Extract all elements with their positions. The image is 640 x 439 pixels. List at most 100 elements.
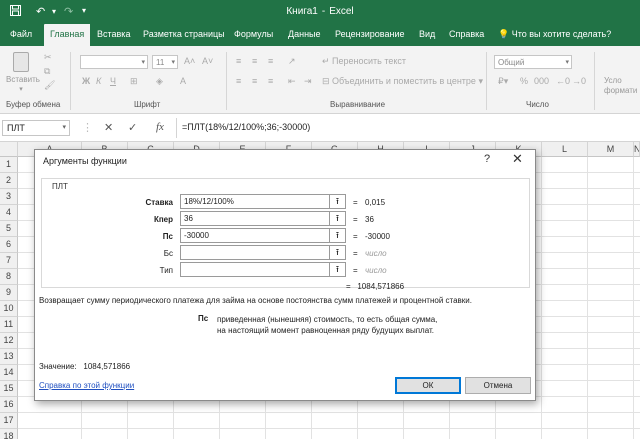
format-painter-icon[interactable]: 🖌: [44, 80, 55, 91]
merge-center-button[interactable]: ⊟ Объединить и поместить в центре ▾: [322, 76, 483, 87]
tab-file[interactable]: Файл: [10, 29, 32, 39]
paste-button[interactable]: Вставить ▾: [6, 52, 40, 95]
help-button[interactable]: ?: [484, 153, 490, 165]
equals-sign: =: [346, 282, 351, 291]
font-name-combo[interactable]: ▾: [80, 55, 148, 69]
tab-data[interactable]: Данные: [288, 29, 321, 39]
orientation-icon[interactable]: ↗: [288, 56, 296, 67]
tab-home[interactable]: Главная: [44, 24, 91, 46]
row-header[interactable]: 11: [0, 317, 18, 333]
column-header[interactable]: N: [634, 142, 640, 157]
tab-review[interactable]: Рецензирование: [335, 29, 405, 39]
column-header[interactable]: M: [588, 142, 634, 157]
row-header[interactable]: 10: [0, 301, 18, 317]
tab-formulas[interactable]: Формулы: [234, 29, 273, 39]
arg-result-type: число: [365, 266, 387, 275]
ok-button[interactable]: ОК: [395, 377, 461, 394]
equals-sign: =: [353, 266, 358, 275]
arg-input-rate[interactable]: 18%/12/100%: [180, 194, 330, 209]
arg-value-rate: 18%/12/100%: [184, 197, 234, 206]
row-header[interactable]: 5: [0, 221, 18, 237]
conditional-formatting-button[interactable]: Усло формати: [604, 76, 640, 96]
cancel-button[interactable]: Отмена: [465, 377, 531, 394]
arg-input-fv[interactable]: [180, 245, 330, 260]
collapse-dialog-icon[interactable]: ⭱: [330, 211, 346, 226]
insert-function-icon[interactable]: fx: [156, 121, 164, 133]
align-middle-icon[interactable]: ≡: [252, 56, 257, 66]
collapse-dialog-icon[interactable]: ⭱: [330, 228, 346, 243]
currency-icon[interactable]: ₽▾: [498, 76, 508, 87]
align-right-icon[interactable]: ≡: [268, 76, 273, 86]
align-left-icon[interactable]: ≡: [236, 76, 241, 86]
row-header[interactable]: 17: [0, 413, 18, 429]
row-header[interactable]: 16: [0, 397, 18, 413]
wrap-text-button[interactable]: ↵ Переносить текст: [322, 56, 406, 67]
enter-formula-icon[interactable]: ✓: [128, 121, 137, 134]
increase-decimal-icon[interactable]: ←0: [556, 76, 570, 86]
bold-button[interactable]: Ж: [82, 76, 90, 86]
formula-input[interactable]: =ПЛТ(18%/12/100%;36;-30000): [182, 122, 310, 132]
font-color-icon[interactable]: A: [180, 76, 186, 86]
formula-result: = 1084,571866: [346, 282, 404, 291]
row-header[interactable]: 9: [0, 285, 18, 301]
percent-icon[interactable]: %: [520, 76, 528, 86]
group-alignment-label: Выравнивание: [330, 100, 386, 109]
arg-input-type[interactable]: [180, 262, 330, 277]
function-arguments-dialog: Аргументы функции ? ✕ ПЛТ Ставка 18%/12/…: [34, 149, 536, 401]
row-header[interactable]: 13: [0, 349, 18, 365]
row-header[interactable]: 7: [0, 253, 18, 269]
name-box[interactable]: ПЛТ ▾: [2, 120, 70, 136]
row-header[interactable]: 12: [0, 333, 18, 349]
align-top-icon[interactable]: ≡: [236, 56, 241, 66]
arg-input-pv[interactable]: -30000: [180, 228, 330, 243]
column-header[interactable]: L: [542, 142, 588, 157]
align-center-icon[interactable]: ≡: [252, 76, 257, 86]
increase-font-icon[interactable]: A˄: [184, 56, 195, 66]
arg-input-nper[interactable]: 36: [180, 211, 330, 226]
arg-result-pv: -30000: [365, 232, 390, 241]
select-all-corner[interactable]: [0, 142, 18, 157]
outdent-icon[interactable]: ⇥: [304, 76, 312, 87]
row-header[interactable]: 8: [0, 269, 18, 285]
row-header[interactable]: 14: [0, 365, 18, 381]
underline-button[interactable]: Ч: [110, 76, 116, 86]
align-bottom-icon[interactable]: ≡: [268, 56, 273, 66]
ribbon-divider: [70, 52, 71, 110]
indent-icon[interactable]: ⇤: [288, 76, 296, 87]
tab-page-layout[interactable]: Разметка страницы: [143, 29, 225, 39]
cut-icon[interactable]: ✂: [44, 52, 52, 63]
collapse-dialog-icon[interactable]: ⭱: [330, 262, 346, 277]
column-gridline: [587, 157, 588, 439]
tell-me-box[interactable]: 💡 Что вы хотите сделать?: [498, 29, 611, 40]
number-format-combo[interactable]: Общий ▾: [494, 55, 572, 69]
collapse-dialog-icon[interactable]: ⭱: [330, 245, 346, 260]
font-size-combo[interactable]: 11 ▾: [152, 55, 178, 69]
title-bar: ↶ ▾ ↷ ▾ Книга1- Excel: [0, 0, 640, 24]
tab-view[interactable]: Вид: [419, 29, 435, 39]
tab-help[interactable]: Справка: [449, 29, 484, 39]
row-header[interactable]: 6: [0, 237, 18, 253]
row-header[interactable]: 3: [0, 189, 18, 205]
app-name: Excel: [329, 6, 354, 17]
thousands-icon[interactable]: 000: [534, 76, 549, 86]
cancel-formula-icon[interactable]: ✕: [104, 121, 113, 134]
help-link[interactable]: Справка по этой функции: [39, 381, 134, 390]
row-header[interactable]: 15: [0, 381, 18, 397]
collapse-dialog-icon[interactable]: ⭱: [330, 194, 346, 209]
row-header[interactable]: 2: [0, 173, 18, 189]
borders-icon[interactable]: ⊞: [130, 76, 138, 87]
close-icon[interactable]: ✕: [512, 151, 523, 167]
row-header[interactable]: 1: [0, 157, 18, 173]
tab-insert[interactable]: Вставка: [97, 29, 130, 39]
decrease-decimal-icon[interactable]: →0: [572, 76, 586, 86]
value-label: Значение:: [39, 362, 77, 371]
ribbon-divider: [226, 52, 227, 110]
arg-result-nper: 36: [365, 215, 374, 224]
fill-color-icon[interactable]: ◈: [156, 76, 163, 87]
group-number-label: Число: [526, 100, 550, 109]
copy-icon[interactable]: ⧉: [44, 66, 50, 77]
row-header[interactable]: 4: [0, 205, 18, 221]
italic-button[interactable]: К: [96, 76, 101, 86]
decrease-font-icon[interactable]: A˅: [202, 56, 213, 66]
row-header[interactable]: 18: [0, 429, 18, 439]
